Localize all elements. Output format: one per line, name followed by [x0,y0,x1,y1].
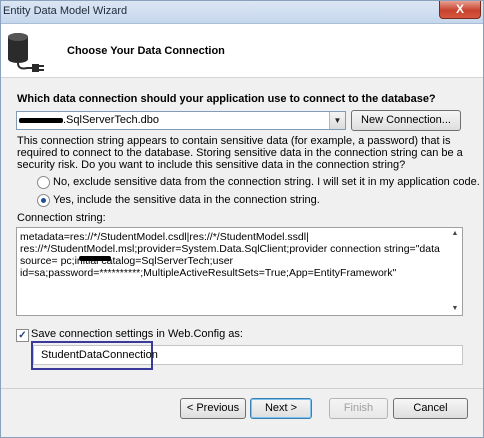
scroll-up-icon[interactable]: ▲ [451,230,459,237]
new-connection-button[interactable]: New Connection... [351,110,461,131]
connection-name-value: StudentDataConnection [41,349,158,361]
next-label: Next > [264,402,298,414]
close-icon: X [455,2,464,16]
radio-button-no[interactable] [37,176,50,189]
previous-button[interactable]: < Previous [180,398,246,419]
connection-string-line-4: id=sa;password=**********;MultipleActive… [20,267,397,279]
connection-string-value: metadata=res://*/StudentModel.csdl|res:/… [20,231,442,279]
wizard-window: Entity Data Model Wizard X Choose Your D… [0,0,484,438]
redaction-mark [19,118,63,123]
sensitive-data-description: This connection string appears to contai… [17,135,463,171]
connection-string-line-1: metadata=res://*/StudentModel.csdl|res:/… [20,231,309,243]
save-settings-label: Save connection settings in Web.Config a… [31,328,243,340]
new-connection-label: New Connection... [361,114,451,126]
next-button[interactable]: Next > [250,398,312,419]
footer-divider [1,388,483,389]
radio-label-no: No, exclude sensitive data from the conn… [53,176,480,188]
finish-label: Finish [343,402,374,414]
title-bar[interactable]: Entity Data Model Wizard X [1,1,483,24]
cancel-button[interactable]: Cancel [393,398,468,419]
connection-selected-value: .SqlServerTech.dbo [63,114,159,126]
connection-question: Which data connection should your applic… [17,93,436,105]
cancel-label: Cancel [413,402,448,414]
radio-label-yes: Yes, include the sensitive data in the c… [53,194,320,206]
connection-string-label: Connection string: [17,212,106,224]
scroll-down-icon[interactable]: ▼ [451,305,459,312]
page-title: Choose Your Data Connection [67,45,225,57]
connection-string-textbox[interactable]: metadata=res://*/StudentModel.csdl|res:/… [16,227,463,316]
window-title: Entity Data Model Wizard [3,5,128,17]
save-settings-checkbox[interactable]: ✓ [16,329,29,342]
chevron-down-icon[interactable]: ▼ [329,112,345,129]
radio-selected-dot [41,198,46,203]
previous-label: < Previous [186,402,240,414]
radio-button-yes[interactable] [37,194,50,207]
redaction-mark [79,256,111,261]
close-button[interactable]: X [439,1,481,19]
finish-button[interactable]: Finish [329,398,388,419]
connection-dropdown[interactable]: .SqlServerTech.dbo ▼ [16,111,346,130]
database-plug-icon [8,33,44,72]
wizard-header: Choose Your Data Connection [1,24,483,78]
connection-string-line-2: res://*/StudentModel.msl;provider=System… [20,243,440,255]
